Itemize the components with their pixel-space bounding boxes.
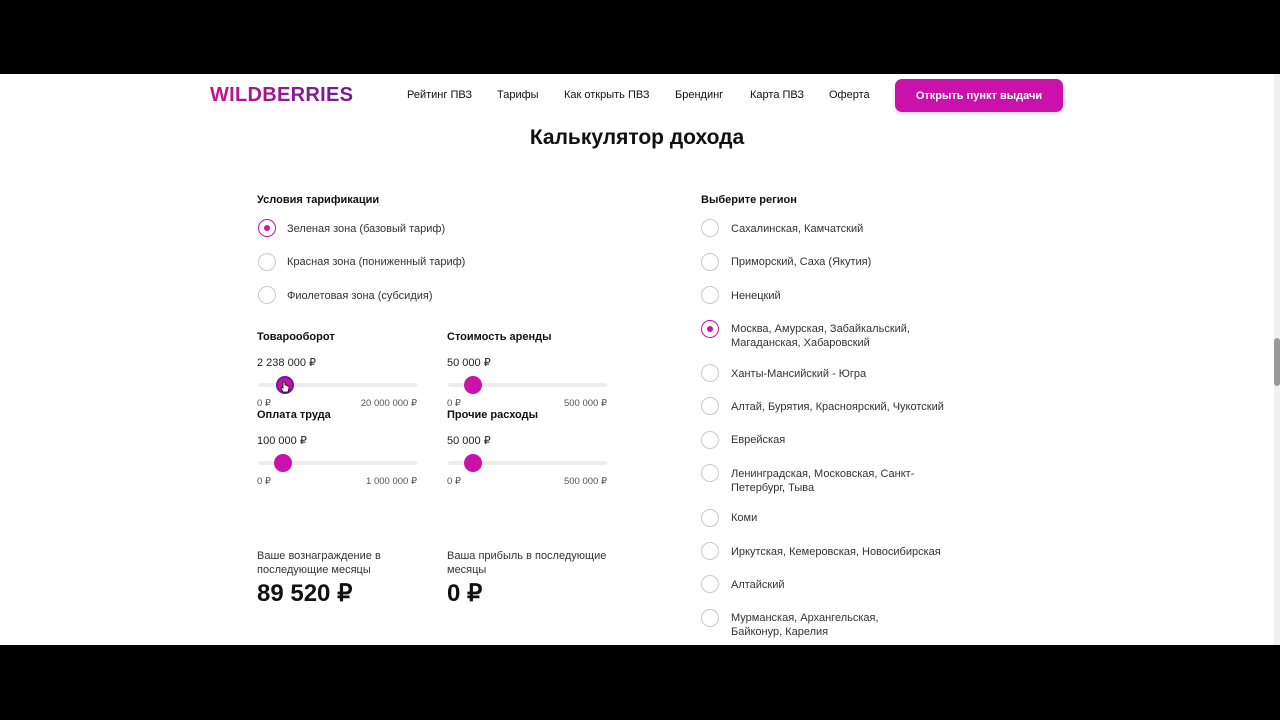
salary-label: Оплата труда (257, 409, 331, 421)
region-label-1: Сахалинская, Камчатский (731, 223, 864, 235)
other-expenses-min: 0 ₽ (447, 476, 461, 487)
tariff-label-green: Зеленая зона (базовый тариф) (287, 223, 446, 235)
other-expenses-max: 500 000 ₽ (563, 476, 607, 487)
nav-tariffs[interactable]: Тарифы (497, 89, 539, 101)
region-radio-5[interactable] (701, 364, 719, 382)
region-label-2: Приморский, Саха (Якутия) (731, 256, 872, 268)
salary-max: 1 000 000 ₽ (366, 476, 417, 487)
region-radio-11[interactable] (701, 575, 719, 593)
region-section-label: Выберите регион (701, 194, 797, 206)
region-radio-2[interactable] (701, 253, 719, 271)
region-label-10: Иркутская, Кемеровская, Новосибирская (731, 546, 941, 558)
region-radio-4[interactable] (701, 320, 719, 338)
region-radio-12[interactable] (701, 609, 719, 627)
region-radio-3[interactable] (701, 286, 719, 304)
region-label-9: Коми (731, 512, 758, 524)
region-radio-10[interactable] (701, 542, 719, 560)
tariff-section-label: Условия тарификации (257, 194, 380, 206)
reward-label: Ваше вознаграждение в последующие месяцы (257, 550, 381, 576)
wildberries-logo[interactable]: WILDBERRIES (210, 84, 353, 107)
region-radio-7[interactable] (701, 431, 719, 449)
nav-how-to-open[interactable]: Как открыть ПВЗ (564, 89, 650, 101)
region-radio-1[interactable] (701, 219, 719, 237)
tariff-radio-red[interactable] (258, 253, 276, 271)
tariff-radio-violet[interactable] (258, 286, 276, 304)
turnover-min: 0 ₽ (257, 398, 271, 409)
rent-min: 0 ₽ (447, 398, 461, 409)
nav-map[interactable]: Карта ПВЗ (750, 89, 804, 101)
turnover-label: Товарооборот (257, 331, 335, 343)
turnover-max: 20 000 000 ₽ (360, 398, 417, 409)
reward-value: 89 520 ₽ (257, 580, 353, 607)
scrollbar-thumb[interactable] (1274, 338, 1280, 386)
other-expenses-value: 50 000 ₽ (447, 435, 491, 447)
region-label-11: Алтайский (731, 579, 785, 591)
region-label-8: Ленинградская, Московская, Санкт-Петербу… (731, 468, 915, 494)
tariff-label-red: Красная зона (пониженный тариф) (287, 256, 466, 268)
region-radio-6[interactable] (701, 397, 719, 415)
tariff-label-violet: Фиолетовая зона (субсидия) (287, 290, 433, 302)
other-expenses-label: Прочие расходы (447, 409, 538, 421)
profit-value: 0 ₽ (447, 580, 483, 607)
rent-slider-thumb[interactable] (464, 376, 482, 394)
region-radio-8[interactable] (701, 464, 719, 482)
vertical-scrollbar[interactable] (1274, 74, 1280, 645)
salary-value: 100 000 ₽ (257, 435, 307, 447)
open-pickup-point-button[interactable]: Открыть пункт выдачи (895, 79, 1063, 112)
page: WILDBERRIES Рейтинг ПВЗ Тарифы Как откры… (0, 74, 1274, 645)
rent-label: Стоимость аренды (447, 331, 552, 343)
rent-max: 500 000 ₽ (563, 398, 607, 409)
turnover-value: 2 238 000 ₽ (257, 357, 316, 369)
rent-value: 50 000 ₽ (447, 357, 491, 369)
tariff-radio-green[interactable] (258, 219, 276, 237)
nav-branding[interactable]: Брендинг (675, 89, 723, 101)
page-title: Калькулятор дохода (529, 126, 745, 149)
salary-slider-thumb[interactable] (274, 454, 292, 472)
salary-min: 0 ₽ (257, 476, 271, 487)
hand-cursor-icon (280, 381, 290, 393)
profit-label: Ваша прибыль в последующие месяцы (447, 550, 607, 576)
region-label-3: Ненецкий (731, 290, 781, 302)
region-label-6: Алтай, Бурятия, Красноярский, Чукотский (731, 401, 944, 413)
region-radio-9[interactable] (701, 509, 719, 527)
region-label-5: Ханты-Мансийский - Югра (731, 368, 867, 380)
region-label-7: Еврейская (731, 434, 786, 446)
region-label-12: Мурманская, Архангельская, Байконур, Кар… (731, 612, 879, 638)
region-label-4: Москва, Амурская, Забайкальский, Магадан… (731, 323, 910, 349)
other-expenses-slider-thumb[interactable] (464, 454, 482, 472)
nav-rating[interactable]: Рейтинг ПВЗ (407, 89, 472, 101)
nav-offer[interactable]: Оферта (829, 89, 870, 101)
